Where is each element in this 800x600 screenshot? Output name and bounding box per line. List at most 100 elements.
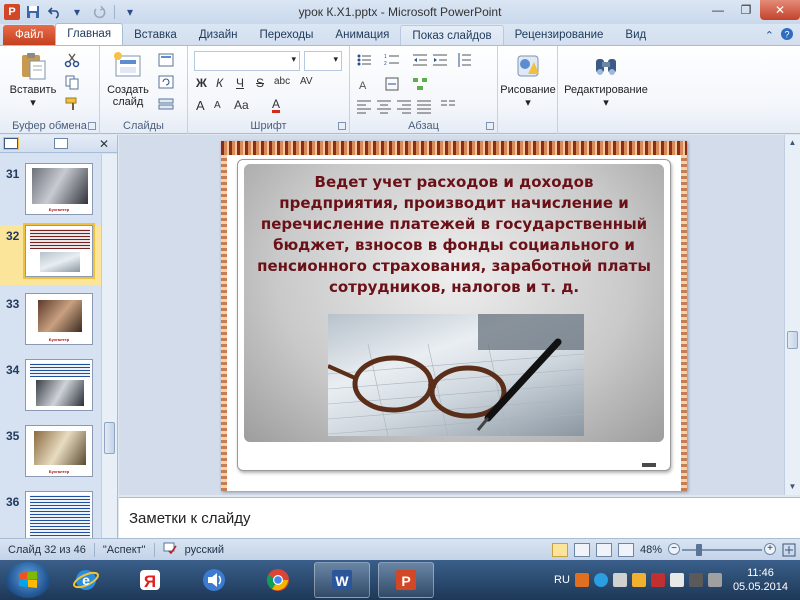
scroll-down-icon[interactable]: ▼ — [785, 479, 800, 495]
network-icon[interactable] — [669, 573, 684, 587]
decrease-indent-icon[interactable] — [412, 52, 428, 68]
thumbnails-scrollbar[interactable] — [101, 154, 117, 538]
strikethrough-button[interactable]: S — [256, 76, 264, 90]
underline-button[interactable]: Ч — [236, 76, 244, 90]
columns-icon[interactable] — [440, 98, 456, 114]
font-name-input[interactable]: ▾ — [194, 51, 300, 71]
align-right-icon[interactable] — [396, 98, 412, 114]
tray-app-icon-2[interactable] — [612, 573, 627, 587]
start-button[interactable] — [6, 562, 50, 598]
slides-view-tab[interactable] — [4, 138, 18, 149]
thumbnail-35[interactable]: 35 Бухгалтер — [0, 425, 102, 485]
system-clock[interactable]: 11:46 05.05.2014 — [727, 566, 794, 594]
taskbar-media-player[interactable] — [186, 562, 242, 598]
slide-show-view-button[interactable] — [617, 542, 634, 557]
bullets-icon[interactable] — [356, 52, 372, 68]
editing-button[interactable]: Редактирование ▾ — [562, 50, 650, 109]
zoom-knob[interactable] — [695, 543, 702, 556]
reading-view-button[interactable] — [595, 542, 612, 557]
skype-icon[interactable] — [593, 573, 608, 587]
volume-icon[interactable] — [707, 573, 722, 587]
shadow-button[interactable]: abc — [274, 76, 290, 87]
increase-indent-icon[interactable] — [432, 52, 448, 68]
taskbar-microsoft-powerpoint[interactable]: P — [378, 562, 434, 598]
thumbnail-31[interactable]: 31 Бухгалтер — [0, 163, 102, 223]
vertical-scrollbar[interactable]: ▲ ▼ — [784, 135, 800, 495]
line-spacing-icon[interactable] — [456, 52, 472, 68]
new-slide-button[interactable]: Создать слайд — [104, 50, 152, 108]
align-center-icon[interactable] — [376, 98, 392, 114]
justify-icon[interactable] — [416, 98, 432, 114]
tray-app-icon[interactable] — [574, 573, 589, 587]
taskbar-internet-explorer[interactable]: e — [58, 562, 114, 598]
slide-sorter-view-button[interactable] — [573, 542, 590, 557]
customize-qat-icon[interactable]: ▾ — [121, 3, 139, 21]
undo-dropdown-icon[interactable]: ▾ — [68, 3, 86, 21]
paste-button[interactable]: Вставить ▾ — [6, 50, 60, 109]
notes-pane[interactable]: Заметки к слайду — [119, 497, 800, 538]
format-painter-icon[interactable] — [64, 96, 80, 112]
minimize-ribbon-icon[interactable]: ⌃ — [765, 29, 774, 42]
zoom-out-button[interactable]: − — [668, 542, 680, 555]
tab-design[interactable]: Дизайн — [188, 25, 249, 45]
smartart-icon[interactable] — [412, 76, 428, 92]
thumbnail-32[interactable]: 32 — [0, 223, 102, 285]
tab-home[interactable]: Главная — [55, 23, 124, 45]
thumbnails-scroll-thumb[interactable] — [104, 422, 115, 454]
minimize-button[interactable]: — — [704, 0, 732, 20]
theme-name[interactable]: "Аспект" — [95, 544, 154, 556]
clipboard-launcher-icon[interactable] — [88, 122, 96, 130]
font-color-button[interactable]: A — [272, 98, 281, 113]
thumbnail-34[interactable]: 34 — [0, 359, 102, 419]
normal-view-button[interactable] — [551, 542, 568, 557]
tray-app-icon-3[interactable] — [631, 573, 646, 587]
close-button[interactable]: ✕ — [760, 0, 800, 20]
align-text-icon[interactable] — [384, 76, 400, 92]
text-direction-icon[interactable]: A — [356, 76, 372, 92]
grow-font-button[interactable]: A — [196, 98, 205, 113]
notes-placeholder[interactable]: Заметки к слайду — [129, 510, 251, 527]
antivirus-icon[interactable] — [650, 573, 665, 587]
font-launcher-icon[interactable] — [338, 122, 346, 130]
scroll-thumb[interactable] — [787, 331, 798, 349]
reset-slide-icon[interactable] — [158, 74, 174, 90]
thumbnail-33[interactable]: 33 Бухгалтер — [0, 293, 102, 353]
outline-view-tab[interactable] — [54, 138, 68, 149]
cut-icon[interactable] — [64, 52, 80, 68]
tab-slide-show[interactable]: Показ слайдов — [400, 25, 504, 45]
section-icon[interactable] — [158, 96, 174, 112]
tab-insert[interactable]: Вставка — [123, 25, 188, 45]
keyboard-language[interactable]: RU — [554, 574, 570, 586]
taskbar-yandex[interactable]: Я — [122, 562, 178, 598]
tab-file[interactable]: Файл — [3, 25, 56, 45]
copy-icon[interactable] — [64, 74, 80, 90]
redo-icon[interactable] — [90, 3, 108, 21]
tab-transitions[interactable]: Переходы — [248, 25, 324, 45]
layout-icon[interactable] — [158, 52, 174, 68]
tab-animations[interactable]: Анимация — [324, 25, 400, 45]
slide-photo[interactable] — [328, 314, 584, 436]
proofing-icon[interactable] — [155, 542, 185, 557]
align-left-icon[interactable] — [356, 98, 372, 114]
current-slide[interactable]: Ведет учет расходов и доходов предприяти… — [221, 141, 687, 491]
taskbar-microsoft-word[interactable]: W — [314, 562, 370, 598]
pane-close-icon[interactable]: ✕ — [99, 137, 109, 151]
powerpoint-app-icon[interactable]: P — [4, 4, 20, 20]
paragraph-launcher-icon[interactable] — [486, 122, 494, 130]
numbering-icon[interactable]: 12 — [384, 52, 400, 68]
tab-review[interactable]: Рецензирование — [504, 25, 615, 45]
zoom-percent[interactable]: 48% — [640, 544, 662, 556]
language-indicator[interactable]: русский — [185, 544, 232, 556]
undo-icon[interactable] — [46, 3, 64, 21]
character-spacing-button[interactable]: AV — [300, 76, 313, 87]
tab-view[interactable]: Вид — [614, 25, 657, 45]
help-icon[interactable]: ? — [780, 27, 794, 44]
font-size-input[interactable]: ▾ — [304, 51, 342, 71]
zoom-slider[interactable]: − + — [668, 542, 776, 557]
taskbar-google-chrome[interactable] — [250, 562, 306, 598]
change-case-button[interactable]: Aa — [234, 98, 249, 112]
drawing-button[interactable]: Рисование ▾ — [500, 50, 556, 109]
scroll-up-icon[interactable]: ▲ — [785, 135, 800, 151]
shrink-font-button[interactable]: A — [214, 100, 221, 111]
slide-body-text[interactable]: Ведет учет расходов и доходов предприяти… — [254, 172, 654, 298]
